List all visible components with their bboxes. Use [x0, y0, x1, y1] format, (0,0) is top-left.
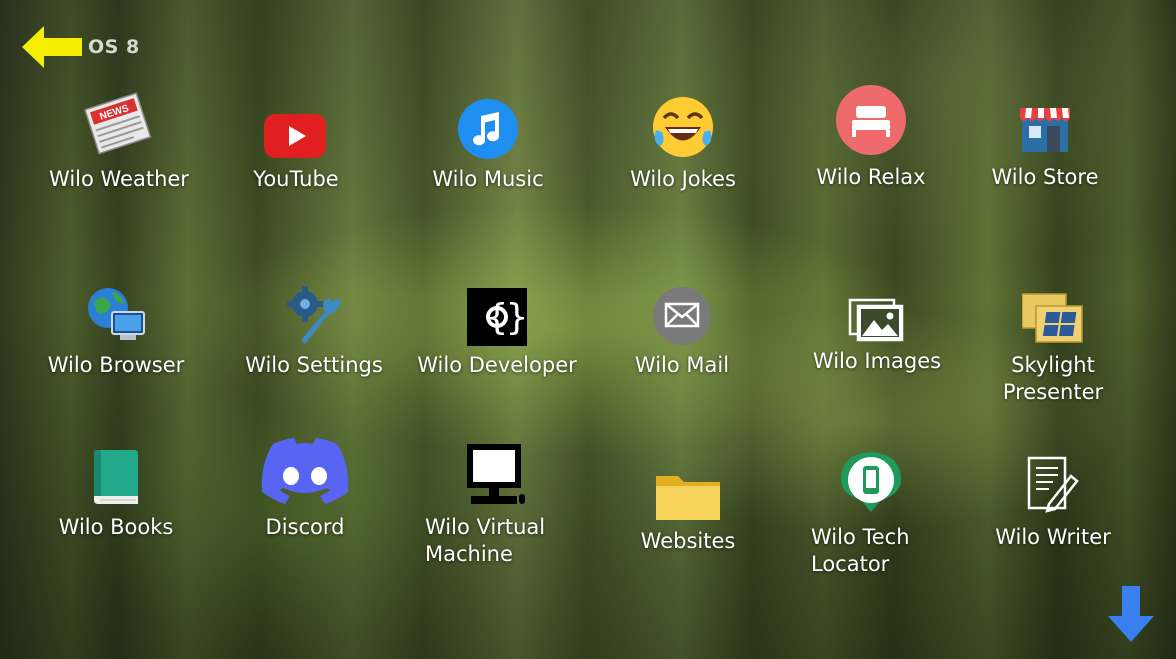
app-wilo-developer[interactable]: { } Wilo Developer [402, 270, 592, 379]
app-label: Wilo Relax [816, 165, 926, 189]
app-wilo-tech-locator[interactable]: Wilo Tech Locator [776, 438, 966, 578]
app-youtube[interactable]: YouTube [201, 84, 391, 193]
globe-computer-icon [84, 270, 148, 346]
app-skylight-presenter[interactable]: Skylight Presenter [958, 270, 1148, 406]
scroll-down-button[interactable] [1108, 586, 1154, 646]
app-label: Wilo Images [812, 349, 942, 373]
app-label: Wilo Mail [634, 353, 730, 377]
app-websites[interactable]: Websites [593, 446, 783, 555]
app-label: Wilo Music [432, 167, 544, 191]
app-wilo-store[interactable]: Wilo Store [950, 80, 1140, 191]
arrow-left-icon [22, 26, 82, 68]
book-icon [90, 432, 142, 508]
app-wilo-virtual-machine[interactable]: Wilo Virtual Machine [400, 432, 590, 568]
app-wilo-browser[interactable]: Wilo Browser [21, 270, 211, 379]
youtube-icon [264, 84, 328, 160]
arrow-down-icon [1108, 586, 1154, 642]
app-wilo-weather[interactable]: NEWS Wilo Weather [24, 84, 214, 193]
back-button[interactable]: OS 8 [22, 26, 140, 68]
laughing-emoji-icon [650, 84, 716, 160]
app-wilo-relax[interactable]: Wilo Relax [776, 80, 966, 191]
app-wilo-mail[interactable]: Wilo Mail [587, 270, 777, 379]
app-label: Skylight Presenter [1002, 353, 1104, 404]
phone-pin-icon [839, 438, 903, 514]
discord-icon [258, 432, 352, 508]
app-label: Wilo Settings [245, 353, 383, 377]
back-label: OS 8 [88, 36, 140, 58]
app-label: Wilo Browser [47, 353, 185, 377]
presenter-windows-icon [1022, 270, 1084, 346]
store-icon [1016, 80, 1074, 156]
document-pen-icon [1025, 438, 1081, 514]
app-wilo-settings[interactable]: Wilo Settings [219, 270, 409, 379]
app-label: YouTube [253, 167, 339, 191]
app-label: Wilo Writer [995, 525, 1111, 549]
app-label: Wilo Store [991, 165, 1099, 189]
app-wilo-jokes[interactable]: Wilo Jokes [588, 84, 778, 193]
images-icon [848, 266, 906, 342]
music-note-icon [457, 84, 519, 160]
app-label: Wilo Tech Locator [811, 525, 910, 576]
folder-icon [654, 446, 722, 522]
app-label: Wilo Books [58, 515, 174, 539]
wrench-gear-icon [285, 270, 343, 346]
app-grid: NEWS Wilo Weather YouTube Wilo Music Wil… [0, 0, 1176, 659]
app-discord[interactable]: Discord [210, 432, 400, 541]
app-label: Wilo Virtual Machine [425, 515, 546, 566]
app-wilo-writer[interactable]: Wilo Writer [958, 438, 1148, 551]
app-label: Discord [265, 515, 345, 539]
app-label: Wilo Weather [49, 167, 189, 191]
app-wilo-books[interactable]: Wilo Books [21, 432, 211, 541]
app-wilo-images[interactable]: Wilo Images [782, 266, 972, 375]
app-label: Wilo Developer [417, 353, 577, 377]
envelope-icon [652, 270, 712, 346]
bed-icon [835, 80, 907, 156]
monitor-icon [463, 432, 527, 508]
code-braces-icon: { } [467, 270, 527, 346]
app-label: Websites [640, 529, 736, 553]
app-wilo-music[interactable]: Wilo Music [393, 84, 583, 193]
svg-text:}: } [506, 297, 527, 338]
newspaper-icon: NEWS [81, 84, 157, 160]
app-label: Wilo Jokes [630, 167, 736, 191]
